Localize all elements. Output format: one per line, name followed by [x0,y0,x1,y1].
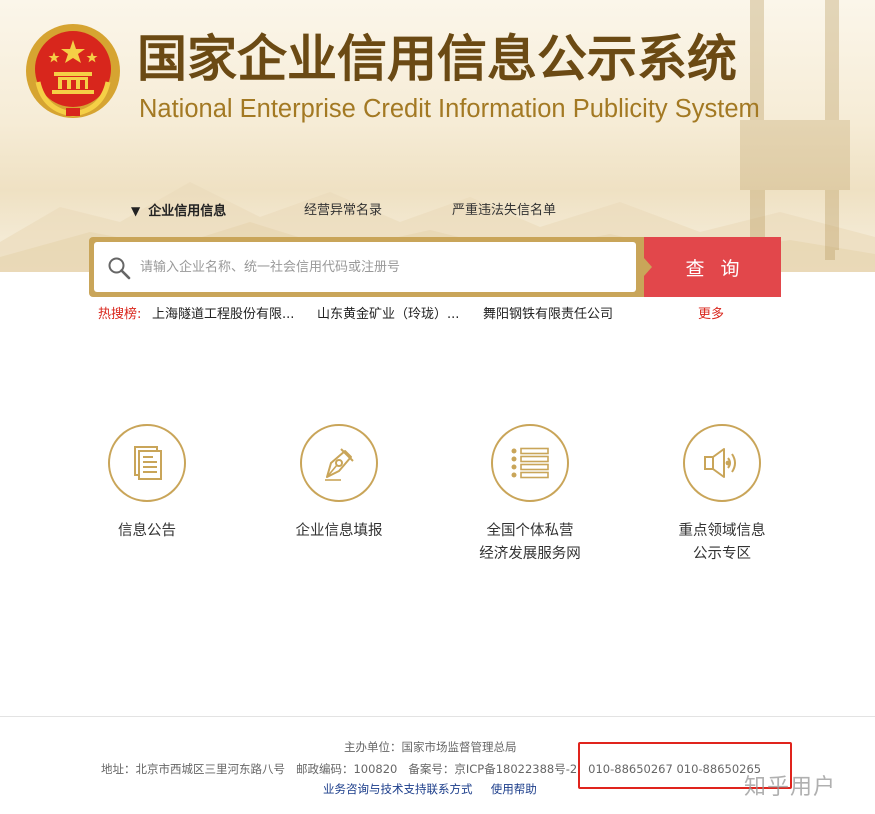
search-box [94,242,636,292]
system-title-english: National Enterprise Credit Information P… [139,95,760,123]
search-button[interactable]: 查询 [644,237,781,297]
tab-enterprise-credit-info[interactable]: ▼ 企业信用信息 [131,200,226,223]
feature-icon-circle [108,424,186,502]
search-box-frame [89,237,645,297]
search-category-tabs: ▼ 企业信用信息 经营异常名录 严重违法失信名单 [0,200,875,222]
feature-label: 重点领域信息 公示专区 [678,523,766,562]
search-icon [108,257,131,280]
feature-links: 信息公告 企业信息填报 全国个体私营 经济发展服务网 重点领域信息 公示专区 [0,424,875,574]
search-input[interactable] [140,252,620,282]
hot-search-bar: 热搜榜: 上海隧道工程股份有限... 山东黄金矿业（玲珑）... 舞阳钢铁有限责… [98,305,738,325]
hot-search-item[interactable]: 山东黄金矿业（玲珑）... [317,305,459,325]
footer-sponsor: 主办单位：国家市场监督管理总局 [344,740,517,754]
tab-serious-violation-list[interactable]: 严重违法失信名单 [452,200,556,222]
footer-postcode: 邮政编码：100820 [295,762,398,776]
hot-search-label: 热搜榜: [98,307,142,322]
list-icon [511,447,549,479]
hot-search-item[interactable]: 上海隧道工程股份有限... [152,305,294,325]
national-emblem-icon [26,24,120,118]
feature-label: 信息公告 [118,523,176,539]
hot-search-more-link[interactable]: 更多 [698,305,724,325]
help-link[interactable]: 使用帮助 [491,782,537,796]
watermark: 知乎用户 [744,775,837,800]
feature-private-economy-service[interactable]: 全国个体私营 经济发展服务网 [450,424,610,566]
footer-divider [0,716,875,717]
feature-info-announcement[interactable]: 信息公告 [67,424,227,543]
support-contact-link[interactable]: 业务咨询与技术支持联系方式 [323,782,473,796]
speaker-icon [704,448,736,478]
system-title-chinese: 国家企业信用信息公示系统 [137,30,737,88]
feature-label: 企业信息填报 [295,523,383,539]
triangle-down-icon: ▼ [131,204,141,218]
feature-enterprise-info-report[interactable]: 企业信息填报 [259,424,419,543]
hot-search-item[interactable]: 舞阳钢铁有限责任公司 [483,305,613,325]
pen-icon [325,448,354,481]
feature-key-area-publicity[interactable]: 重点领域信息 公示专区 [642,424,802,566]
tab-label: 企业信用信息 [148,204,227,219]
feature-icon-circle [683,424,761,502]
feature-icon-circle [491,424,569,502]
footer-links: 业务咨询与技术支持联系方式 使用帮助 [323,780,537,798]
document-icon [134,446,162,480]
feature-label: 全国个体私营 经济发展服务网 [479,523,581,562]
footer-icp: 备案号：京ICP备18022388号-2 [408,762,578,776]
feature-icon-circle [300,424,378,502]
tab-abnormal-operation-list[interactable]: 经营异常名录 [304,200,382,222]
footer-address: 地址：北京市西城区三里河东路八号 [101,762,285,776]
